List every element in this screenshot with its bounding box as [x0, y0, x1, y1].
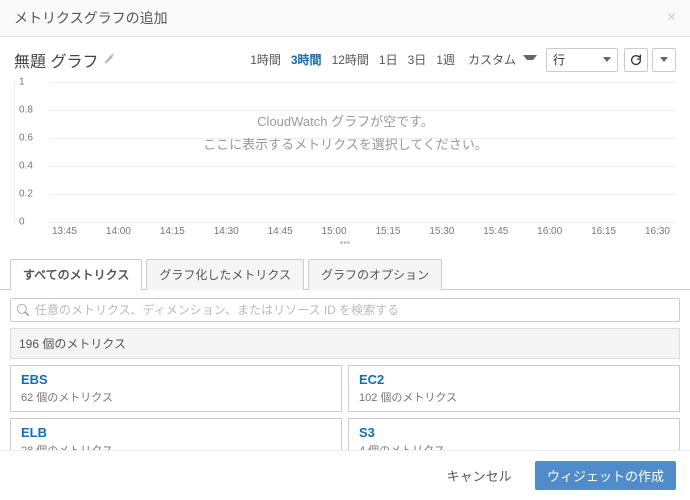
close-icon[interactable]: ×	[667, 10, 676, 26]
refresh-icon	[629, 53, 643, 67]
x-tick: 15:45	[483, 226, 508, 237]
pencil-icon[interactable]	[104, 54, 116, 66]
modal-header: メトリクスグラフの追加 ×	[0, 0, 690, 37]
browse-panel: 196 個のメトリクス EBS 62 個のメトリクス EC2 102 個のメトリ…	[0, 290, 690, 473]
create-widget-button[interactable]: ウィジェットの作成	[535, 461, 676, 490]
time-range-3h[interactable]: 3時間	[288, 49, 325, 70]
toolbar: 無題 グラフ 1時間 3時間 12時間 1日 3日 1週 カスタム 行	[0, 37, 690, 78]
namespace-name: ELB	[21, 425, 331, 440]
x-tick: 15:30	[429, 226, 454, 237]
time-range: 1時間 3時間 12時間 1日 3日 1週 カスタム	[247, 47, 540, 72]
namespace-count: 102 個のメトリクス	[359, 389, 669, 405]
graph-title: 無題 グラフ	[14, 48, 98, 72]
namespace-name: S3	[359, 425, 669, 440]
chart-empty-message: CloudWatch グラフが空です。 ここに表示するメトリクスを選択してくださ…	[15, 110, 676, 157]
controls-right: 1時間 3時間 12時間 1日 3日 1週 カスタム 行	[247, 47, 676, 72]
tabs: すべてのメトリクス グラフ化したメトリクス グラフのオプション	[0, 258, 690, 290]
search-wrap	[10, 298, 680, 322]
chart-area: 1 0.8 0.6 0.4 0.2 0 CloudWatch グラフが空です。 …	[0, 78, 690, 238]
view-type-select[interactable]: 行	[546, 48, 618, 72]
modal-title: メトリクスグラフの追加	[14, 8, 168, 28]
refresh-button[interactable]	[624, 48, 648, 72]
modal-footer: キャンセル ウィジェットの作成	[0, 450, 690, 500]
time-range-3d[interactable]: 3日	[405, 49, 430, 70]
namespace-card-ec2[interactable]: EC2 102 個のメトリクス	[348, 365, 680, 412]
x-tick: 16:30	[645, 226, 670, 237]
y-tick: 0.8	[19, 105, 33, 116]
search-icon	[17, 304, 29, 316]
namespace-name: EC2	[359, 372, 669, 387]
namespace-card-ebs[interactable]: EBS 62 個のメトリクス	[10, 365, 342, 412]
time-range-1h[interactable]: 1時間	[247, 49, 284, 70]
x-tick: 15:00	[322, 226, 347, 237]
x-tick: 16:15	[591, 226, 616, 237]
time-range-1d[interactable]: 1日	[376, 49, 401, 70]
x-tick: 16:00	[537, 226, 562, 237]
namespace-count: 62 個のメトリクス	[21, 389, 331, 405]
chevron-down-icon	[523, 55, 537, 64]
y-tick: 0	[19, 217, 25, 228]
x-tick: 14:15	[160, 226, 185, 237]
y-tick: 0.2	[19, 189, 33, 200]
tab-all-metrics[interactable]: すべてのメトリクス	[10, 259, 142, 290]
tab-graphed-metrics[interactable]: グラフ化したメトリクス	[146, 259, 304, 290]
x-tick: 13:45	[52, 226, 77, 237]
time-range-custom[interactable]: カスタム	[462, 47, 540, 72]
x-tick: 14:45	[268, 226, 293, 237]
x-tick: 14:00	[106, 226, 131, 237]
time-range-1w[interactable]: 1週	[433, 49, 458, 70]
graph-title-wrap: 無題 グラフ	[14, 48, 116, 72]
tab-graph-options[interactable]: グラフのオプション	[308, 259, 442, 290]
x-tick: 15:15	[375, 226, 400, 237]
y-tick: 1	[19, 77, 25, 88]
y-tick: 0.6	[19, 133, 33, 144]
chart-x-axis: 13:45 14:00 14:15 14:30 14:45 15:00 15:1…	[14, 222, 676, 237]
namespace-name: EBS	[21, 372, 331, 387]
cancel-button[interactable]: キャンセル	[435, 461, 524, 490]
refresh-dropdown-button[interactable]	[652, 48, 676, 72]
drag-handle-icon[interactable]: •••	[0, 240, 690, 248]
chevron-down-icon	[603, 57, 611, 62]
y-tick: 0.4	[19, 161, 33, 172]
metrics-count-header: 196 個のメトリクス	[10, 328, 680, 359]
time-range-12h[interactable]: 12時間	[329, 49, 372, 70]
chevron-down-icon	[660, 57, 668, 62]
search-input[interactable]	[35, 303, 673, 317]
view-type-label: 行	[553, 51, 565, 68]
chart-body: 1 0.8 0.6 0.4 0.2 0 CloudWatch グラフが空です。 …	[14, 82, 676, 222]
x-tick: 14:30	[214, 226, 239, 237]
